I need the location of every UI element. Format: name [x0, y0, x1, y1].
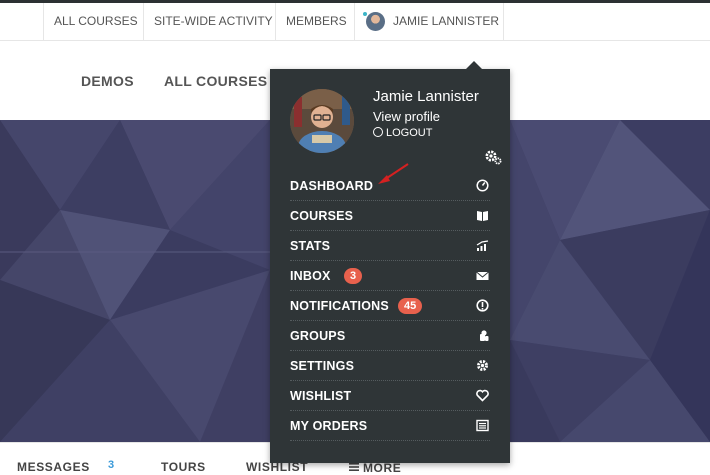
red-pointer-arrow — [378, 163, 409, 184]
menu-item-label: MY ORDERS — [290, 419, 368, 433]
book-icon — [477, 211, 488, 221]
profile-avatar[interactable] — [290, 89, 354, 153]
nav-all-courses[interactable]: ALL COURSES — [164, 73, 267, 89]
menu-item-label: SETTINGS — [290, 359, 355, 373]
gears-icon[interactable] — [484, 149, 502, 170]
topbar-user-name: JAMIE LANNISTER — [393, 14, 500, 28]
envelope-icon — [476, 271, 489, 280]
menu-item-label: STATS — [290, 239, 331, 253]
top-bar: ALL COURSES SITE-WIDE ACTIVITY MEMBERS J… — [0, 3, 710, 41]
inbox-count-badge: 3 — [344, 268, 363, 284]
menu-item-courses[interactable]: COURSES — [290, 201, 490, 231]
menu-item-label: DASHBOARD — [290, 179, 374, 193]
logout-link[interactable]: LOGOUT — [373, 127, 432, 139]
topbar-avatar — [366, 12, 385, 31]
menu-item-label: COURSES — [290, 209, 354, 223]
nav-demos[interactable]: DEMOS — [81, 73, 134, 89]
dropdown-user-name: Jamie Lannister — [373, 88, 479, 105]
dropdown-caret — [466, 61, 482, 69]
dashboard-icon — [476, 179, 489, 192]
menu-item-inbox[interactable]: INBOX 3 — [290, 261, 490, 291]
topbar-site-wide-activity[interactable]: SITE-WIDE ACTIVITY — [143, 3, 273, 40]
notifications-count-badge: 45 — [398, 298, 423, 314]
orders-icon — [476, 419, 489, 432]
topbar-members[interactable]: MEMBERS — [275, 3, 347, 40]
menu-item-notifications[interactable]: NOTIFICATIONS 45 — [290, 291, 490, 321]
menu-item-label: GROUPS — [290, 329, 346, 343]
stats-icon — [476, 240, 489, 251]
messages-count: 3 — [108, 459, 115, 471]
menu-item-settings[interactable]: SETTINGS — [290, 351, 490, 381]
subnav-messages[interactable]: MESSAGES — [17, 460, 90, 474]
menu-item-label: INBOX — [290, 269, 331, 283]
exclamation-icon — [476, 299, 489, 312]
groups-icon — [480, 330, 489, 341]
menu-item-wishlist[interactable]: WISHLIST — [290, 381, 490, 411]
user-dropdown-menu: Jamie Lannister View profile LOGOUT DASH… — [270, 61, 510, 463]
menu-item-stats[interactable]: STATS — [290, 231, 490, 261]
view-profile-link[interactable]: View profile — [373, 109, 440, 124]
menu-item-label: NOTIFICATIONS — [290, 299, 389, 313]
power-icon — [373, 127, 383, 137]
dropdown-menu-list: DASHBOARD COURSES STATS INBOX 3 NOTIFICA… — [290, 171, 490, 441]
heart-icon — [476, 389, 489, 402]
logout-label: LOGOUT — [386, 127, 433, 139]
online-status-dot — [362, 11, 368, 17]
menu-item-groups[interactable]: GROUPS — [290, 321, 490, 351]
gear-icon — [477, 360, 488, 371]
more-label: MORE — [362, 461, 402, 475]
subnav-tours[interactable]: TOURS — [161, 460, 206, 474]
menu-item-my-orders[interactable]: MY ORDERS — [290, 411, 490, 441]
topbar-all-courses[interactable]: ALL COURSES — [43, 3, 138, 40]
menu-item-label: WISHLIST — [290, 389, 352, 403]
